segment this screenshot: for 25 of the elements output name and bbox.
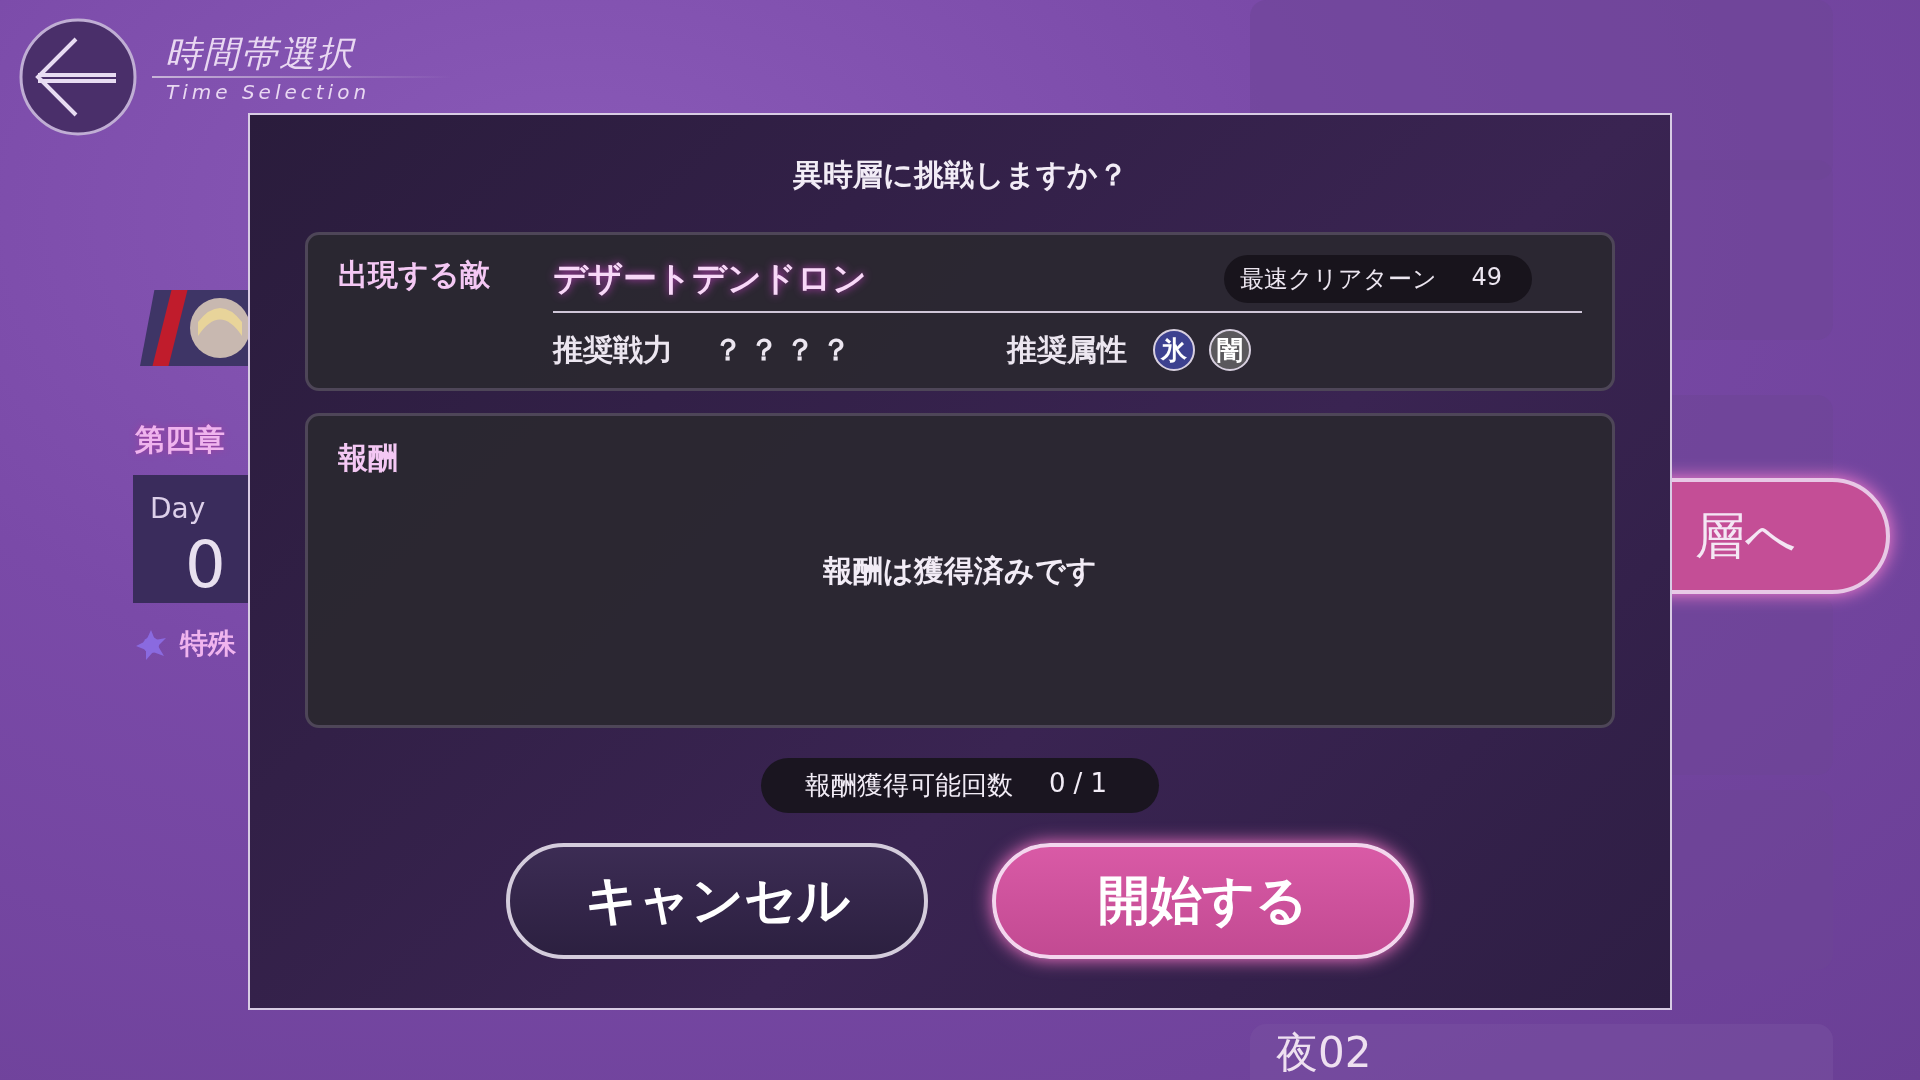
chapter-label: 第四章 [135, 421, 225, 459]
reward-count-value: 0/1 [1049, 768, 1115, 800]
time-slot-card[interactable]: 夜02 [1250, 1024, 1833, 1080]
start-button[interactable]: 開始する [992, 843, 1414, 959]
fastest-clear-label: 最速クリアターン [1240, 264, 1438, 295]
screen-subtitle: Time Selection [166, 80, 371, 104]
attribute-badge: 闇 [1209, 329, 1251, 371]
day-number: 0 [185, 528, 226, 602]
attribute-badge: 氷 [1153, 329, 1195, 371]
screen-title: 時間帯選択 [165, 32, 355, 76]
avatar-icon [190, 298, 250, 358]
back-button[interactable] [18, 17, 138, 137]
reward-count-label: 報酬獲得可能回数 [805, 769, 1014, 802]
special-label: 特殊 [180, 626, 236, 662]
dialog-title: 異時層に挑戦しますか？ [792, 156, 1128, 194]
enemy-label: 出現する敵 [338, 256, 491, 294]
rewards-label: 報酬 [338, 439, 399, 477]
power-value: ？？？？ [713, 330, 857, 369]
rewards-message: 報酬は獲得済みです [823, 551, 1097, 590]
enemy-name: デザートデンドロン [553, 257, 867, 300]
day-label: Day [150, 492, 206, 525]
attribute-label: 推奨属性 [1007, 330, 1127, 369]
cancel-button[interactable]: キャンセル [506, 843, 928, 959]
fastest-clear-value: 49 [1471, 263, 1502, 293]
power-label: 推奨戦力 [553, 330, 673, 369]
